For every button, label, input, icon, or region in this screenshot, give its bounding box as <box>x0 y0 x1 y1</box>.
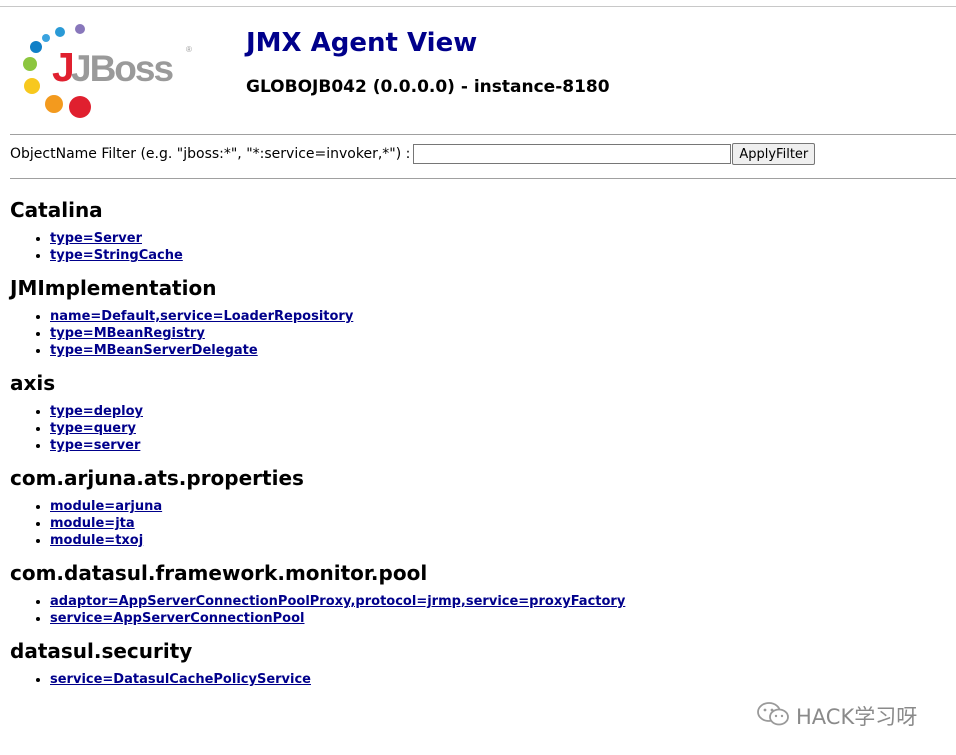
mbean-link[interactable]: module=jta <box>50 516 135 531</box>
list-item: type=deploy <box>50 403 625 420</box>
mbean-link[interactable]: type=MBeanServerDelegate <box>50 343 258 358</box>
svg-text:J: J <box>52 44 72 90</box>
mbean-link[interactable]: module=txoj <box>50 533 143 548</box>
list-item: module=arjuna <box>50 498 625 515</box>
list-item: type=StringCache <box>50 247 625 264</box>
filter-input[interactable] <box>413 144 732 164</box>
jboss-logo: J JBoss ® <box>14 20 199 125</box>
mbean-link[interactable]: service=AppServerConnectionPool <box>50 611 304 626</box>
list-item: type=query <box>50 420 625 437</box>
mbean-link[interactable]: type=query <box>50 421 136 436</box>
mbean-list: type=deploy type=query type=server <box>10 403 625 454</box>
mbean-link[interactable]: module=arjuna <box>50 499 162 514</box>
mbean-link[interactable]: type=server <box>50 438 140 453</box>
list-item: type=Server <box>50 230 625 247</box>
top-divider <box>0 6 956 7</box>
mbean-link[interactable]: type=StringCache <box>50 248 183 263</box>
domain-list: Catalina type=Server type=StringCache JM… <box>10 194 625 696</box>
domain-heading: Catalina <box>10 198 103 222</box>
mbean-list: adaptor=AppServerConnectionPoolProxy,pro… <box>10 593 625 627</box>
domain-heading: axis <box>10 371 56 395</box>
filter-label: ObjectName Filter (e.g. "jboss:*", "*:se… <box>10 146 411 162</box>
list-item: type=MBeanServerDelegate <box>50 342 625 359</box>
mbean-list: module=arjuna module=jta module=txoj <box>10 498 625 549</box>
mbean-list: name=Default,service=LoaderRepository ty… <box>10 308 625 359</box>
domain-heading: JMImplementation <box>10 276 217 300</box>
mbean-link[interactable]: type=MBeanRegistry <box>50 326 205 341</box>
mbean-link[interactable]: adaptor=AppServerConnectionPoolProxy,pro… <box>50 594 625 609</box>
watermark: HACK学习呀 <box>756 700 917 732</box>
divider <box>10 178 956 179</box>
svg-text:®: ® <box>186 45 192 54</box>
svg-text:JBoss: JBoss <box>71 48 173 89</box>
mbean-link[interactable]: service=DatasulCachePolicyService <box>50 672 311 687</box>
divider <box>10 134 956 135</box>
list-item: module=txoj <box>50 532 625 549</box>
filter-form: ObjectName Filter (e.g. "jboss:*", "*:se… <box>10 143 816 165</box>
mbean-link[interactable]: name=Default,service=LoaderRepository <box>50 309 353 324</box>
list-item: type=server <box>50 437 625 454</box>
mbean-list: service=DatasulCachePolicyService <box>10 671 625 688</box>
list-item: type=MBeanRegistry <box>50 325 625 342</box>
apply-filter-button[interactable]: ApplyFilter <box>732 143 816 165</box>
mbean-list: type=Server type=StringCache <box>10 230 625 264</box>
page-title: JMX Agent View <box>246 28 478 58</box>
page-subtitle: GLOBOJB042 (0.0.0.0) - instance-8180 <box>246 77 610 97</box>
list-item: service=DatasulCachePolicyService <box>50 671 625 688</box>
list-item: name=Default,service=LoaderRepository <box>50 308 625 325</box>
domain-heading: com.arjuna.ats.properties <box>10 466 304 490</box>
mbean-link[interactable]: type=deploy <box>50 404 143 419</box>
mbean-link[interactable]: type=Server <box>50 231 142 246</box>
watermark-text: HACK学习呀 <box>796 705 918 729</box>
wechat-icon <box>756 700 790 732</box>
list-item: service=AppServerConnectionPool <box>50 610 625 627</box>
domain-heading: com.datasul.framework.monitor.pool <box>10 561 428 585</box>
domain-heading: datasul.security <box>10 639 193 663</box>
list-item: module=jta <box>50 515 625 532</box>
list-item: adaptor=AppServerConnectionPoolProxy,pro… <box>50 593 625 610</box>
